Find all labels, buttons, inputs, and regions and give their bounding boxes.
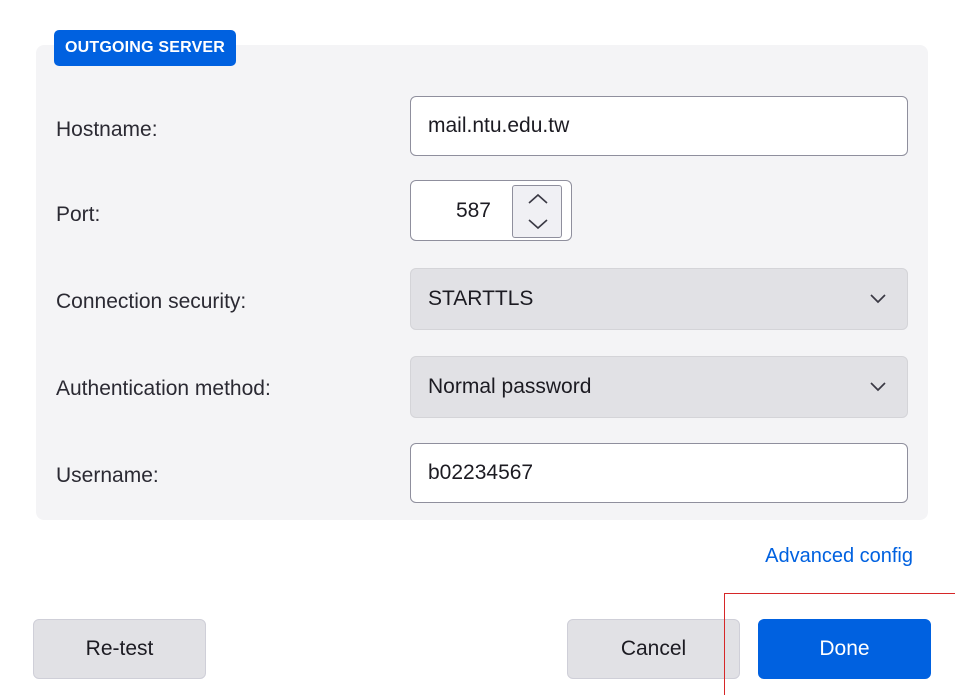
connection-security-label: Connection security: <box>56 290 247 313</box>
auth-method-label: Authentication method: <box>56 377 271 400</box>
section-title-badge: OUTGOING SERVER <box>54 30 237 66</box>
advanced-config-link[interactable]: Advanced config <box>765 541 913 571</box>
cancel-button[interactable]: Cancel <box>567 619 740 679</box>
chevron-down-icon <box>870 382 886 392</box>
port-decrement-button[interactable] <box>512 211 562 238</box>
port-value[interactable]: 587 <box>456 181 491 240</box>
chevron-down-icon <box>870 294 886 304</box>
hostname-input[interactable]: mail.ntu.edu.tw <box>410 96 908 156</box>
retest-button[interactable]: Re-test <box>33 619 206 679</box>
chevron-down-icon <box>528 219 548 230</box>
auth-method-select[interactable]: Normal password <box>410 356 908 418</box>
hostname-label: Hostname: <box>56 118 158 141</box>
chevron-up-icon <box>528 193 548 204</box>
username-label: Username: <box>56 464 159 487</box>
username-input[interactable]: b02234567 <box>410 443 908 503</box>
port-label: Port: <box>56 203 101 226</box>
auth-method-value: Normal password <box>428 375 592 398</box>
port-stepper[interactable]: 587 <box>410 180 572 241</box>
connection-security-value: STARTTLS <box>428 287 534 310</box>
connection-security-select[interactable]: STARTTLS <box>410 268 908 330</box>
done-button[interactable]: Done <box>758 619 931 679</box>
port-increment-button[interactable] <box>512 185 562 212</box>
outgoing-server-settings: OUTGOING SERVER Hostname: mail.ntu.edu.t… <box>0 0 955 695</box>
